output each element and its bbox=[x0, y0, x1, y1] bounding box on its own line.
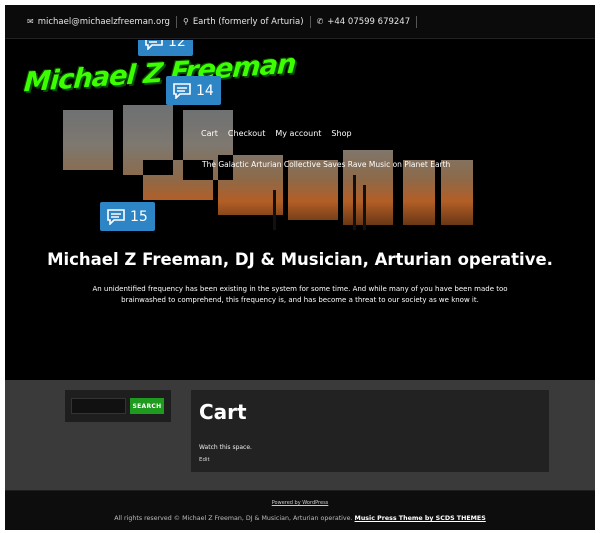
palm-silhouette bbox=[273, 190, 276, 230]
theme-credit-link[interactable]: Music Press Theme by SCDS THEMES bbox=[355, 515, 486, 522]
hero-subtext: An unidentified frequency has been exist… bbox=[92, 285, 508, 304]
hero-headline: Michael Z Freeman, DJ & Musician, Arturi… bbox=[47, 250, 553, 269]
main-nav: Cart Checkout My account Shop bbox=[201, 129, 352, 138]
location-text: Earth (formerly of Arturia) bbox=[192, 16, 304, 27]
comment-count: 15 bbox=[130, 208, 148, 225]
location-item: ⚲ Earth (formerly of Arturia) bbox=[183, 17, 304, 27]
page-body-text: Watch this space. bbox=[199, 444, 252, 451]
site-footer: Powered by WordPress All rights reserved… bbox=[5, 490, 595, 530]
envelope-icon: ✉ bbox=[27, 17, 34, 26]
browser-frame: ✉ michael@michaelzfreeman.org ⚲ Earth (f… bbox=[5, 5, 595, 530]
nav-item-checkout[interactable]: Checkout bbox=[228, 129, 265, 138]
copyright-text: All rights reserved © Michael Z Freeman,… bbox=[114, 515, 353, 522]
email-text[interactable]: michael@michaelzfreeman.org bbox=[38, 17, 170, 27]
copyright-line: All rights reserved © Michael Z Freeman,… bbox=[5, 515, 595, 522]
speech-bubble-icon bbox=[145, 40, 163, 50]
nav-item-cart[interactable]: Cart bbox=[201, 129, 218, 138]
comment-count-badge[interactable]: 14 bbox=[166, 76, 221, 105]
divider bbox=[416, 15, 418, 28]
edit-link[interactable]: Edit bbox=[199, 457, 541, 463]
phone-text[interactable]: +44 07599 679247 bbox=[327, 17, 410, 27]
speech-bubble-icon bbox=[173, 82, 191, 99]
page-card: Cart Watch this space. Edit bbox=[191, 390, 549, 472]
comment-count: 12 bbox=[168, 40, 186, 50]
site-logo[interactable]: Michael Z Freeman bbox=[23, 49, 297, 99]
search-input[interactable] bbox=[71, 398, 126, 414]
divider bbox=[175, 15, 177, 28]
nav-item-shop[interactable]: Shop bbox=[331, 129, 351, 138]
hero-section: Michael Z Freeman Cart Checkout My accou… bbox=[5, 40, 595, 380]
location-pin-icon: ⚲ bbox=[182, 17, 189, 26]
comment-count-badge[interactable]: 12 bbox=[138, 40, 193, 56]
comment-count-badge[interactable]: 15 bbox=[100, 202, 155, 231]
top-info-bar: ✉ michael@michaelzfreeman.org ⚲ Earth (f… bbox=[5, 5, 595, 39]
search-button[interactable]: SEARCH bbox=[130, 398, 164, 414]
speech-bubble-icon bbox=[107, 208, 125, 225]
email-item[interactable]: ✉ michael@michaelzfreeman.org bbox=[27, 17, 170, 27]
phone-item[interactable]: ✆ +44 07599 679247 bbox=[317, 17, 411, 27]
page-title: Cart bbox=[199, 400, 247, 424]
powered-by-link[interactable]: Powered by WordPress bbox=[5, 500, 595, 506]
phone-icon: ✆ bbox=[316, 17, 324, 26]
site-tagline: The Galactic Arturian Collective Saves R… bbox=[202, 160, 451, 169]
palm-silhouette bbox=[353, 175, 356, 230]
palm-silhouette bbox=[363, 185, 366, 230]
search-widget: SEARCH bbox=[65, 390, 171, 422]
content-area: SEARCH Cart Watch this space. Edit bbox=[5, 380, 595, 490]
comment-count: 14 bbox=[196, 82, 214, 99]
divider bbox=[309, 15, 311, 28]
nav-item-my-account[interactable]: My account bbox=[275, 129, 321, 138]
